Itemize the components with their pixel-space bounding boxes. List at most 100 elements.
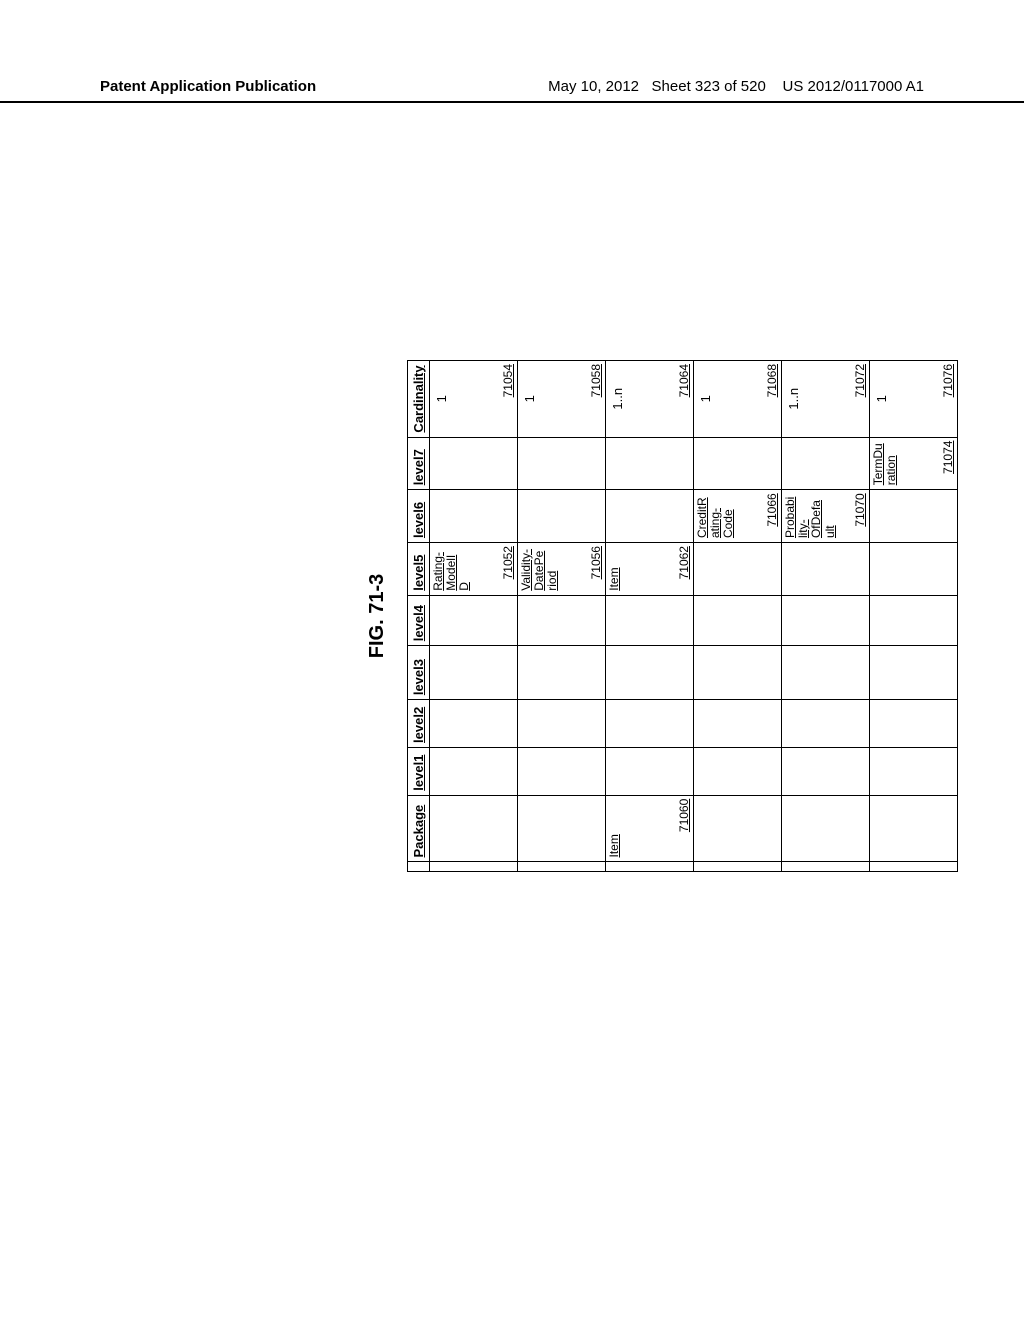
cell-stub xyxy=(694,862,782,872)
cell-package: Item71060 xyxy=(606,795,694,862)
cell-package xyxy=(518,795,606,862)
cell-package xyxy=(694,795,782,862)
cell-level6 xyxy=(430,490,518,543)
table-header-row: Package level1 level2 level3 level4 leve… xyxy=(408,361,430,872)
cell-level3 xyxy=(782,646,870,700)
cell-cardinality: 1..n 71064 xyxy=(606,361,694,438)
cell-level5 xyxy=(782,543,870,596)
cell-level1 xyxy=(606,747,694,795)
cell-level6 xyxy=(518,490,606,543)
cell-level7-text: TermDuration xyxy=(872,442,898,486)
col-level4: level4 xyxy=(408,595,430,645)
figure-wrap: FIG. 71-3 Package level1 level2 xyxy=(66,360,958,872)
cell-level4 xyxy=(430,595,518,645)
cell-level6: CreditRating-Code71066 xyxy=(694,490,782,543)
cell-level2 xyxy=(694,700,782,748)
cell-stub xyxy=(430,862,518,872)
figure-title: FIG. 71-3 xyxy=(366,360,389,872)
cell-level6: Probability-OfDefault 71070 xyxy=(782,490,870,543)
cell-level2 xyxy=(782,700,870,748)
cell-cardinality: 1 71068 xyxy=(694,361,782,438)
cardinality-value: 1 xyxy=(432,365,449,433)
cell-level1 xyxy=(518,747,606,795)
cell-level3 xyxy=(606,646,694,700)
cell-level5 xyxy=(694,543,782,596)
header-sheet: Sheet 323 of 520 xyxy=(652,78,766,95)
header-right: May 10, 2012 Sheet 323 of 520 US 2012/01… xyxy=(548,78,924,95)
cell-level5: Validity-DatePeriod 71056 xyxy=(518,543,606,596)
cell-stub xyxy=(870,862,958,872)
cardinality-value: 1..n xyxy=(784,365,801,433)
cardinality-value: 1 xyxy=(520,365,537,433)
table-row: Probability-OfDefault 71070 1..n 71072 xyxy=(782,361,870,872)
page: Patent Application Publication May 10, 2… xyxy=(0,0,1024,1320)
cell-level4 xyxy=(518,595,606,645)
cell-level5-ref: 71056 xyxy=(589,546,603,579)
cell-level6-text: Probability-OfDefault xyxy=(784,494,837,538)
table-row: Item71060Item710621..n71064 xyxy=(606,361,694,872)
cell-level6-ref: 71066 xyxy=(765,493,779,526)
table-row: CreditRating-Code71066 1 71068 xyxy=(694,361,782,872)
cell-level5-text: Rating-ModelID xyxy=(432,547,472,591)
cardinality-ref: 71058 xyxy=(589,364,603,397)
cell-level2 xyxy=(430,700,518,748)
col-level2: level2 xyxy=(408,700,430,748)
cell-level3 xyxy=(870,646,958,700)
cardinality-ref: 71072 xyxy=(853,364,867,397)
col-level1: level1 xyxy=(408,747,430,795)
schema-table: Package level1 level2 level3 level4 leve… xyxy=(407,360,958,872)
cell-cardinality: 1..n 71072 xyxy=(782,361,870,438)
table-row: Rating-ModelID 71052 171054 xyxy=(430,361,518,872)
table-row: TermDuration 71074 1 71076 xyxy=(870,361,958,872)
cell-level6 xyxy=(606,490,694,543)
cell-level1 xyxy=(430,747,518,795)
col-package: Package xyxy=(408,795,430,862)
cell-level5-ref: 71052 xyxy=(501,546,515,579)
cell-level5: Item71062 xyxy=(606,543,694,596)
header-pubno: US 2012/0117000 A1 xyxy=(782,78,924,95)
header-date: May 10, 2012 xyxy=(548,78,639,95)
cell-level7: TermDuration 71074 xyxy=(870,437,958,490)
cell-stub xyxy=(782,862,870,872)
cardinality-ref: 71076 xyxy=(941,364,955,397)
cell-level3 xyxy=(694,646,782,700)
cardinality-value: 1 xyxy=(696,365,713,433)
cell-package-text: Item xyxy=(608,800,621,858)
col-cardinality: Cardinality xyxy=(408,361,430,438)
cell-level5 xyxy=(870,543,958,596)
cell-level3 xyxy=(430,646,518,700)
cell-package xyxy=(430,795,518,862)
cell-level2 xyxy=(606,700,694,748)
col-level3: level3 xyxy=(408,646,430,700)
cell-level7 xyxy=(430,437,518,490)
table-row: Validity-DatePeriod 71056 1 71058 xyxy=(518,361,606,872)
cardinality-ref: 71068 xyxy=(765,364,779,397)
cell-level7 xyxy=(782,437,870,490)
cell-level7 xyxy=(518,437,606,490)
cell-level6 xyxy=(870,490,958,543)
cell-level6-ref: 71070 xyxy=(853,493,867,526)
col-stub xyxy=(408,862,430,872)
cell-level7-ref: 71074 xyxy=(941,441,955,474)
cell-level1 xyxy=(694,747,782,795)
cell-level7 xyxy=(606,437,694,490)
col-level7: level7 xyxy=(408,437,430,490)
cardinality-value: 1 xyxy=(872,365,889,433)
cell-level5: Rating-ModelID 71052 xyxy=(430,543,518,596)
cell-level7 xyxy=(694,437,782,490)
cell-cardinality: 1 71076 xyxy=(870,361,958,438)
cell-cardinality: 1 71058 xyxy=(518,361,606,438)
cell-level2 xyxy=(870,700,958,748)
cell-level4 xyxy=(694,595,782,645)
cell-level5-ref: 71062 xyxy=(677,546,691,579)
page-header: Patent Application Publication May 10, 2… xyxy=(0,78,1024,103)
cell-cardinality: 171054 xyxy=(430,361,518,438)
cell-level5-text: Validity-DatePeriod xyxy=(520,547,560,591)
cell-level1 xyxy=(870,747,958,795)
cell-package xyxy=(782,795,870,862)
cardinality-ref: 71064 xyxy=(677,364,691,397)
cell-level2 xyxy=(518,700,606,748)
cardinality-value: 1..n xyxy=(608,365,625,433)
cell-stub xyxy=(606,862,694,872)
cell-level4 xyxy=(606,595,694,645)
